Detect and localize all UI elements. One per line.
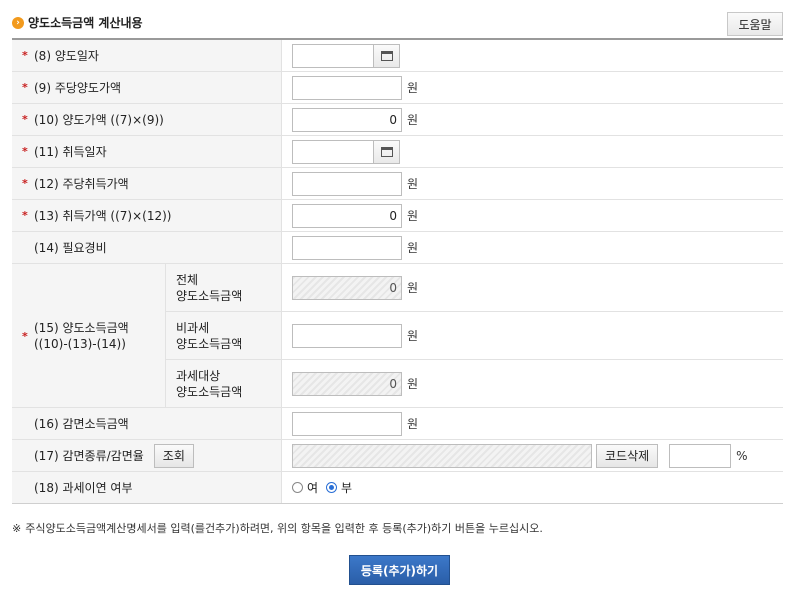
label-nontaxable: 비과세: [176, 320, 210, 335]
delete-code-button[interactable]: 코드삭제: [596, 443, 659, 468]
acquisition-date-input[interactable]: [292, 139, 374, 164]
label-acquisition-price-per-share: (12) 주당취득가액: [34, 177, 129, 191]
acquisition-date-calendar-button[interactable]: [374, 139, 400, 164]
required-mark: *: [22, 177, 28, 190]
row-reduction-income: (16) 감면소득금액 원: [12, 408, 783, 440]
required-mark: *: [22, 49, 28, 62]
unit-won: 원: [407, 377, 419, 391]
radio-label-yes: 여: [307, 481, 319, 495]
label-total-gains: 양도소득금액: [176, 288, 243, 303]
label-transfer-price-per-share: (9) 주당양도가액: [34, 81, 122, 95]
label-acquisition-date: (11) 취득일자: [34, 145, 107, 159]
lookup-button[interactable]: 조회: [153, 443, 194, 468]
group-capital-gains: * (15) 양도소득금액 ((10)-(13)-(14)) 전체 양도소득금액 …: [12, 264, 783, 408]
calendar-icon: [380, 50, 393, 61]
transfer-price-per-share-input[interactable]: [292, 75, 402, 100]
required-mark: *: [22, 209, 28, 222]
label-total: 전체: [176, 272, 199, 287]
total-gains-input: [292, 275, 402, 300]
row-transfer-date: * (8) 양도일자: [12, 40, 783, 72]
row-reduction-type: (17) 감면종류/감면율 조회 코드삭제 %: [12, 440, 783, 472]
taxable-gains-input: [292, 371, 402, 396]
nontaxable-gains-input[interactable]: [292, 323, 402, 348]
unit-won: 원: [407, 113, 419, 127]
necessary-expenses-input[interactable]: [292, 235, 402, 260]
required-mark: *: [22, 113, 28, 126]
acquisition-price-input[interactable]: [292, 203, 402, 228]
label-reduction-income: (16) 감면소득금액: [34, 417, 129, 431]
tax-deferral-yes-radio[interactable]: 여: [292, 479, 318, 496]
required-mark: *: [22, 81, 28, 94]
label-taxable: 과세대상: [176, 368, 221, 383]
unit-won: 원: [407, 209, 419, 223]
tax-deferral-no-radio[interactable]: 부: [326, 479, 352, 496]
section-title-wrap: › 양도소득금액 계산내용: [12, 14, 143, 31]
row-acquisition-date: * (11) 취득일자: [12, 136, 783, 168]
unit-won: 원: [407, 81, 419, 95]
register-add-button[interactable]: 등록(추가)하기: [349, 555, 450, 585]
calendar-icon: [380, 146, 393, 157]
label-capital-gains-formula: ((10)-(13)-(14)): [34, 336, 126, 351]
reduction-income-input[interactable]: [292, 411, 402, 436]
instruction-note: ※ 주식양도소득금액계산명세서를 입력(를건추가)하려면, 위의 항목을 입력한 …: [12, 520, 543, 536]
radio-circle: [292, 482, 303, 493]
row-acquisition-price-per-share: * (12) 주당취득가액 원: [12, 168, 783, 200]
subrow-taxable-gains: 과세대상양도소득금액 원: [166, 360, 783, 407]
section-header: › 양도소득금액 계산내용 도움말: [12, 10, 783, 38]
label-transfer-price: (10) 양도가액 ((7)×(9)): [34, 113, 164, 127]
required-mark: *: [22, 145, 28, 158]
arrow-bullet-icon: ›: [12, 16, 24, 29]
label-nontaxable-gains: 양도소득금액: [176, 336, 243, 351]
row-transfer-price: * (10) 양도가액 ((7)×(9)) 원: [12, 104, 783, 136]
label-capital-gains: (15) 양도소득금액: [34, 320, 129, 335]
unit-won: 원: [407, 281, 419, 295]
subrow-nontaxable-gains: 비과세 양도소득금액 원: [166, 312, 783, 360]
label-necessary-expenses: (14) 필요경비: [34, 241, 107, 255]
transfer-date-input[interactable]: [292, 43, 374, 68]
radio-label-no: 부: [341, 481, 353, 495]
label-taxable-gains: 양도소득금액: [176, 384, 243, 399]
subrow-total-gains: 전체양도소득금액 원: [166, 264, 783, 312]
row-tax-deferral: (18) 과세이연 여부 여 부: [12, 472, 783, 503]
label-acquisition-price: (13) 취득가액 ((7)×(12)): [34, 209, 172, 223]
unit-won: 원: [407, 177, 419, 191]
note-text: 주식양도소득금액계산명세서를 입력(를건추가)하려면, 위의 항목을 입력한 후…: [25, 522, 543, 535]
row-necessary-expenses: (14) 필요경비 원: [12, 232, 783, 264]
note-mark: ※: [12, 522, 22, 535]
unit-won: 원: [407, 329, 419, 343]
calc-form: * (8) 양도일자 * (9) 주당양도가액 원 * (10) 양도가액 ((7)×…: [12, 38, 783, 504]
unit-won: 원: [407, 241, 419, 255]
label-reduction-type: (17) 감면종류/감면율: [34, 449, 144, 463]
section-title: 양도소득금액 계산내용: [28, 16, 143, 30]
row-transfer-price-per-share: * (9) 주당양도가액 원: [12, 72, 783, 104]
reduction-code-field: [292, 443, 592, 468]
unit-won: 원: [407, 417, 419, 431]
transfer-price-input[interactable]: [292, 107, 402, 132]
required-mark: *: [22, 330, 28, 343]
label-tax-deferral: (18) 과세이연 여부: [34, 481, 133, 495]
row-acquisition-price: * (13) 취득가액 ((7)×(12)) 원: [12, 200, 783, 232]
unit-percent: %: [736, 448, 748, 463]
reduction-rate-input[interactable]: [669, 443, 732, 468]
label-transfer-date: (8) 양도일자: [34, 49, 99, 63]
transfer-date-calendar-button[interactable]: [374, 43, 400, 68]
acquisition-price-per-share-input[interactable]: [292, 171, 402, 196]
help-button[interactable]: 도움말: [727, 12, 783, 36]
radio-circle-selected: [326, 482, 338, 493]
